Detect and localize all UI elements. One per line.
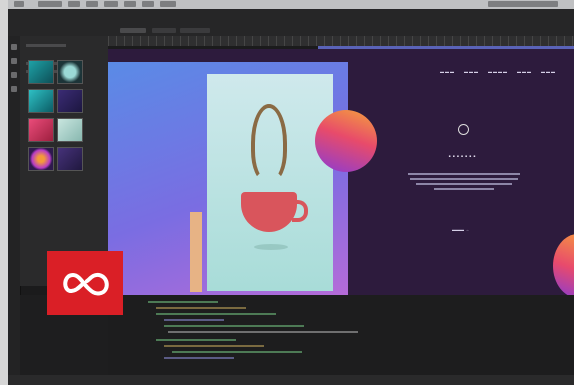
layout-tool-icon[interactable] <box>11 72 17 78</box>
app-window: ▬▬▬ ▬▬▬ ▬▬▬▬ ▬▬▬ ▬▬▬ ▪▪▪▪▪▪▪ ▬▬▬ → <box>8 0 574 385</box>
asset-thumbnail[interactable] <box>28 118 54 142</box>
gradient-orb <box>315 110 377 172</box>
nav-item[interactable]: ▬▬▬ <box>464 69 479 74</box>
gradient-orb <box>553 234 574 295</box>
site-logo-icon <box>458 124 469 135</box>
asset-thumbnail[interactable] <box>28 60 54 84</box>
live-view-canvas[interactable]: ▬▬▬ ▬▬▬ ▬▬▬▬ ▬▬▬ ▬▬▬ ▪▪▪▪▪▪▪ ▬▬▬ → <box>108 49 574 295</box>
menu-bar <box>8 0 574 9</box>
nav-item[interactable]: ▬▬▬ <box>517 69 532 74</box>
asset-thumbnail[interactable] <box>28 147 54 171</box>
code-view[interactable] <box>108 295 574 375</box>
asset-thumbnails[interactable] <box>28 60 83 171</box>
asset-thumbnail[interactable] <box>28 89 54 113</box>
asset-thumbnail[interactable] <box>57 147 83 171</box>
nav-item[interactable]: ▬▬▬ <box>541 69 556 74</box>
nav-item[interactable]: ▬▬▬ <box>440 69 455 74</box>
cup-shadow <box>254 244 288 250</box>
accent-strip <box>190 212 202 292</box>
adobe-creative-cloud-icon <box>47 251 123 315</box>
select-tool-icon[interactable] <box>11 44 17 50</box>
swirl-graphic <box>251 104 287 182</box>
creative-cloud-ring-icon <box>63 272 109 296</box>
asset-thumbnail[interactable] <box>57 60 83 84</box>
status-bar <box>8 375 574 385</box>
document-tabs[interactable] <box>120 28 570 36</box>
hero-paragraph <box>406 173 522 193</box>
code-tool-icon[interactable] <box>11 58 17 64</box>
site-brand-title: ▪▪▪▪▪▪▪ <box>448 154 478 160</box>
image-tool-icon[interactable] <box>11 86 17 92</box>
ruler <box>108 36 574 49</box>
nav-item[interactable]: ▬▬▬▬ <box>488 69 508 74</box>
hero-link[interactable]: ▬▬▬ → <box>452 227 469 232</box>
asset-thumbnail[interactable] <box>57 89 83 113</box>
asset-thumbnail[interactable] <box>57 118 83 142</box>
site-nav[interactable]: ▬▬▬ ▬▬▬ ▬▬▬▬ ▬▬▬ ▬▬▬ <box>440 69 556 74</box>
